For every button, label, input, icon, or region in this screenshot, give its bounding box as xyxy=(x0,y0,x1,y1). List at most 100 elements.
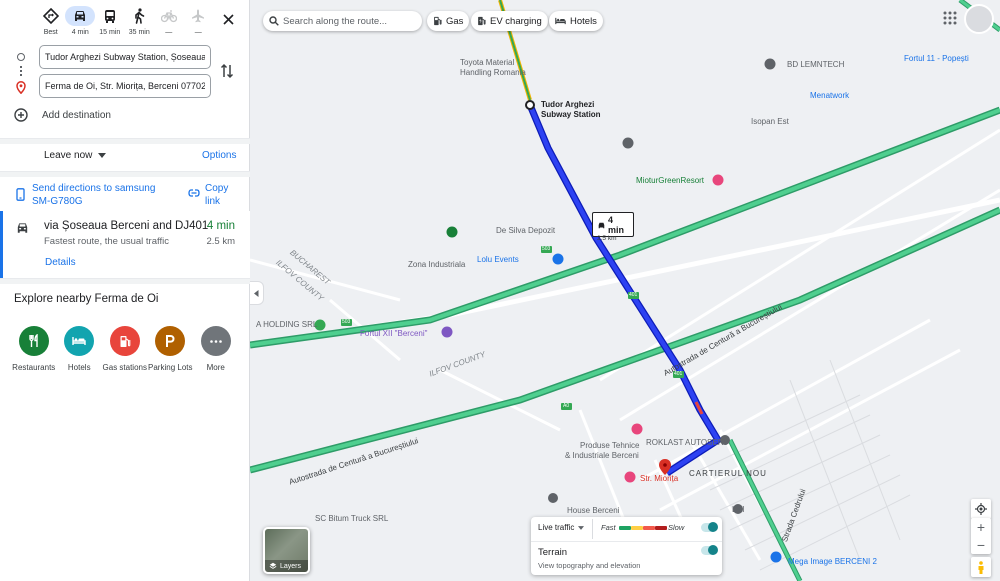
map-label-subway-station[interactable]: Subway Station xyxy=(541,110,601,119)
map-label-toyota-2[interactable]: Handling Romania xyxy=(460,68,526,77)
chip-ev-charging[interactable]: EV charging xyxy=(471,11,548,31)
map-label-isopan[interactable]: Isopan Est xyxy=(751,117,789,126)
gas-station-icon xyxy=(434,16,442,26)
mode-walking[interactable]: 35 min xyxy=(125,6,155,36)
google-apps-button[interactable] xyxy=(943,11,957,30)
map-label-mioturgreen[interactable]: MioturGreenResort xyxy=(636,176,704,185)
collapse-panel-button[interactable] xyxy=(250,281,264,305)
swap-route-button[interactable] xyxy=(220,63,238,81)
search-icon xyxy=(269,16,279,26)
map-label-lolu-events[interactable]: Lolu Events xyxy=(477,255,519,264)
send-directions-button[interactable]: Send directions to samsung SM-G780G xyxy=(16,182,172,208)
route-subtitle: Fastest route, the usual traffic xyxy=(44,236,169,247)
category-more[interactable]: More xyxy=(193,326,239,373)
route-bubble-time: 4 min xyxy=(607,215,624,235)
chip-gas[interactable]: Gas xyxy=(427,11,470,31)
terrain-toggle[interactable] xyxy=(701,545,718,555)
map-label-mega-image[interactable]: Mega Image BERCENI 2 xyxy=(788,557,877,566)
map-label-str-miorita[interactable]: Str. Miorița xyxy=(640,474,678,483)
layers-icon xyxy=(269,562,277,569)
zoom-in-button[interactable]: + xyxy=(971,518,991,536)
map-canvas[interactable]: Toyota Material Handling Romania Tudor A… xyxy=(250,0,1000,581)
flight-icon xyxy=(192,9,205,23)
layers-label: Layers xyxy=(280,562,302,570)
terrain-subtitle: View topography and elevation xyxy=(538,561,641,570)
category-hotels-label: Hotels xyxy=(67,363,91,372)
account-avatar[interactable] xyxy=(964,4,994,34)
map-label-produse-tehnice-2[interactable]: & Industriale Berceni xyxy=(565,451,639,460)
mode-cycling-label: — xyxy=(165,29,173,36)
section-divider xyxy=(0,138,250,144)
origin-input[interactable] xyxy=(39,45,211,69)
category-parking[interactable]: Parking Lots xyxy=(148,326,194,373)
add-circle-icon xyxy=(14,108,28,122)
layers-button[interactable]: Layers xyxy=(263,527,310,574)
category-parking-label: Parking Lots xyxy=(148,363,193,372)
terrain-title: Terrain xyxy=(538,547,568,558)
close-icon xyxy=(222,13,234,25)
map-label-toyota[interactable]: Toyota Material xyxy=(460,58,514,67)
pegman-button[interactable] xyxy=(971,557,991,577)
map-label-roklast[interactable]: ROKLAST AUTOSERV xyxy=(646,438,729,447)
category-restaurants[interactable]: Restaurants xyxy=(11,326,57,373)
road-shield-401: 401 xyxy=(629,292,638,298)
map-label-house-berceni[interactable]: House Berceni xyxy=(567,506,619,515)
mode-walking-label: 35 min xyxy=(128,29,150,36)
diamond-directions-icon xyxy=(42,8,59,24)
destination-pin-icon xyxy=(16,81,26,94)
zoom-out-button[interactable]: − xyxy=(971,536,991,554)
map-label-holding[interactable]: A HOLDING SRL xyxy=(256,320,317,329)
mode-flight-label: — xyxy=(194,29,202,36)
mode-flight[interactable]: — xyxy=(184,6,214,36)
my-location-button[interactable] xyxy=(971,499,991,519)
chip-hotels[interactable]: Hotels xyxy=(549,11,603,31)
destination-input[interactable] xyxy=(39,74,211,98)
link-icon xyxy=(188,189,200,197)
map-label-produse-tehnice[interactable]: Produse Tehnice xyxy=(580,441,639,450)
live-traffic-toggle[interactable] xyxy=(701,522,718,532)
my-location-icon xyxy=(975,503,987,515)
restaurant-icon xyxy=(29,334,38,347)
traffic-bar-medium xyxy=(631,526,643,530)
map-label-tudor-arghezi[interactable]: Tudor Arghezi xyxy=(541,100,594,109)
section-divider xyxy=(0,278,250,284)
mode-transit[interactable]: 15 min xyxy=(95,6,125,36)
chip-ev-label: EV charging xyxy=(490,15,542,27)
map-label-lidl[interactable]: Lidl xyxy=(732,505,744,514)
google-maps-app: Best 4 min 15 min 35 min — — Tudor Arghe… xyxy=(0,0,1000,581)
mode-driving[interactable]: 4 min xyxy=(65,6,96,36)
add-destination-button[interactable]: Add destination xyxy=(14,108,111,122)
traffic-bar-slow xyxy=(643,526,655,530)
category-hotels[interactable]: Hotels xyxy=(57,326,103,373)
mode-best[interactable]: Best xyxy=(36,6,66,36)
chip-gas-label: Gas xyxy=(446,15,464,27)
category-gas-stations[interactable]: Gas stations xyxy=(102,326,148,373)
search-along-route-input[interactable] xyxy=(283,15,413,27)
map-label-fortul-11[interactable]: Fortul 11 - Popești xyxy=(904,54,969,63)
route-option-card[interactable]: via Șoseaua Berceni and DJ401 Fastest ro… xyxy=(0,211,250,279)
chevron-left-icon xyxy=(254,289,259,297)
transit-icon xyxy=(104,10,115,23)
copy-link-button[interactable]: Copy link xyxy=(188,182,235,208)
close-directions-button[interactable] xyxy=(218,9,238,29)
chip-hotels-label: Hotels xyxy=(570,15,597,27)
search-along-route[interactable] xyxy=(263,11,422,31)
legend-divider xyxy=(531,541,722,542)
traffic-bar-fast xyxy=(619,526,631,530)
car-icon xyxy=(75,11,86,21)
map-label-de-silva[interactable]: De Silva Depozit xyxy=(496,226,555,235)
map-label-bitum-truck[interactable]: SC Bitum Truck SRL xyxy=(315,514,388,523)
map-label-bd-lemntech[interactable]: BD LEMNTECH xyxy=(787,60,844,69)
map-label-menatwork[interactable]: Menatwork xyxy=(810,91,849,100)
mode-cycling[interactable]: — xyxy=(154,6,184,36)
route-dots-icon xyxy=(20,66,22,76)
map-label-fortul-12[interactable]: Fortul XII "Berceni" xyxy=(360,329,427,338)
route-time-bubble[interactable]: 4 min 2.5 km xyxy=(592,212,634,242)
live-traffic-dropdown[interactable]: Live traffic xyxy=(538,523,585,532)
route-time: 4 min xyxy=(206,220,235,232)
route-details-button[interactable]: Details xyxy=(45,257,76,268)
leave-now-dropdown[interactable]: Leave now xyxy=(44,150,107,161)
options-button[interactable]: Options xyxy=(202,150,236,161)
legend-separator xyxy=(592,519,593,539)
gas-station-icon xyxy=(120,335,131,347)
